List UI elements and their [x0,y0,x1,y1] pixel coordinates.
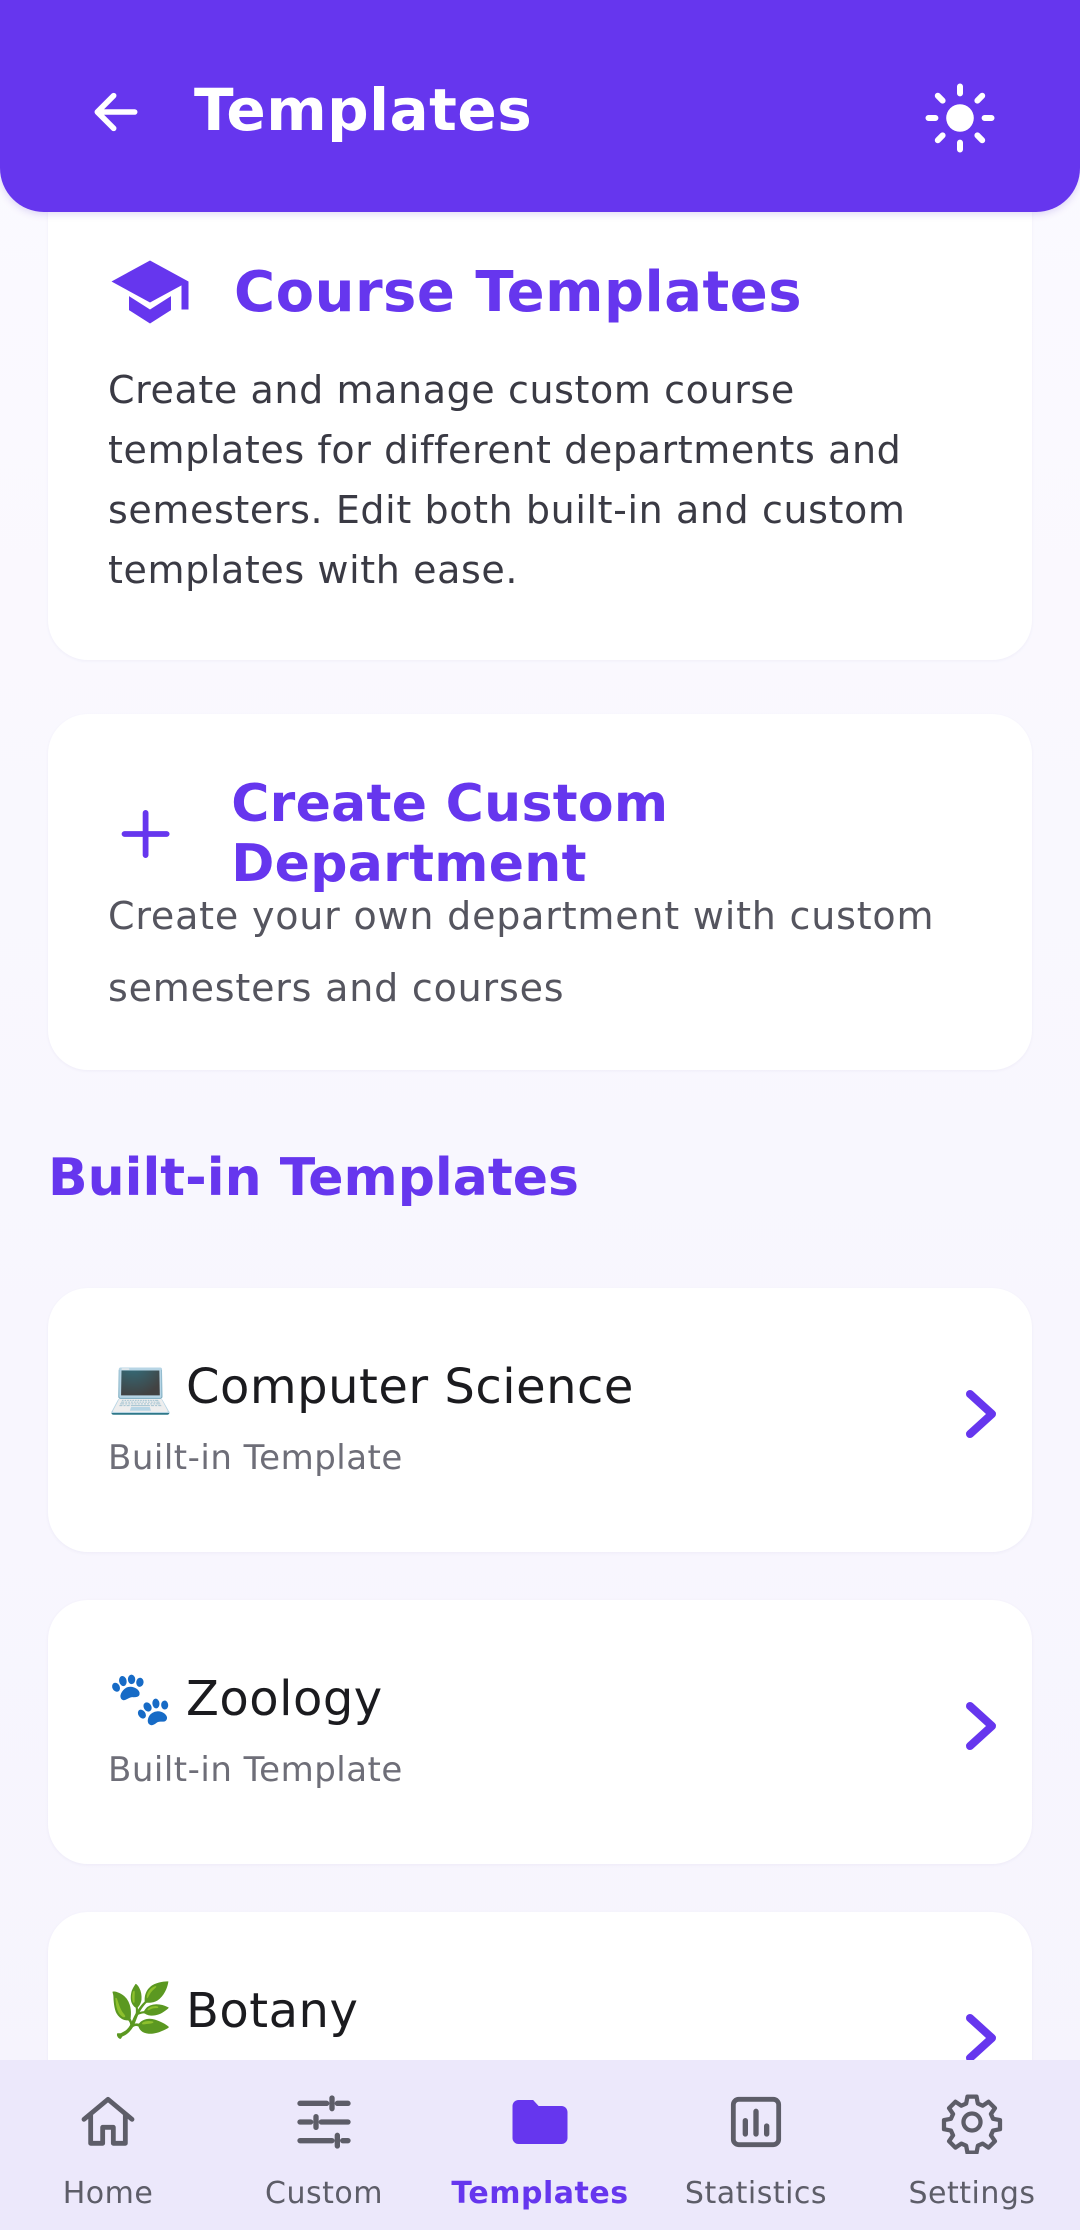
nav-item-home[interactable]: Home [0,2060,216,2230]
create-custom-department-description: Create your own department with custom s… [108,894,935,1010]
chevron-right-icon [966,2014,996,2062]
nav-label: Templates [451,2176,629,2211]
top-app-bar: Templates [0,0,1080,212]
sliders-icon [288,2086,360,2158]
template-name: Computer Science [186,1359,634,1415]
bottom-navigation-bar: Home Custom Templates Statistics Setting… [0,2060,1080,2230]
course-templates-card: Course Templates Create and manage custo… [48,160,1032,660]
chevron-right-icon [966,1702,996,1750]
laptop-icon: 💻 [108,1357,173,1417]
nav-label: Custom [265,2176,383,2211]
nav-item-custom[interactable]: Custom [216,2060,432,2230]
nav-item-statistics[interactable]: Statistics [648,2060,864,2230]
built-in-templates-heading: Built-in Templates [48,1148,579,1208]
create-custom-department-header: Create Custom Department [108,774,1032,894]
nav-label: Statistics [684,2176,828,2211]
gear-icon [936,2086,1008,2158]
template-subtitle: Built-in Template [108,1750,403,1790]
home-icon [72,2086,144,2158]
theme-toggle-button[interactable] [918,76,1002,160]
template-subtitle: Built-in Template [108,1438,403,1478]
template-name: Zoology [186,1671,383,1727]
course-templates-header: Course Templates [108,250,802,334]
template-name: Botany [186,1983,359,2039]
template-card-computer-science[interactable]: 💻 Computer Science Built-in Template [48,1288,1032,1552]
page-title: Templates [194,76,533,144]
nav-item-templates[interactable]: Templates [432,2060,648,2230]
create-custom-department-title: Create Custom Department [231,774,669,894]
bar-chart-icon [720,2086,792,2158]
create-custom-department-card[interactable]: Create Custom Department Create your own… [48,714,1032,1070]
plus-icon [121,810,170,858]
course-templates-description: Create and manage custom course template… [108,368,906,592]
template-card-zoology[interactable]: 🐾 Zoology Built-in Template [48,1600,1032,1864]
chevron-right-icon [966,1390,996,1438]
herb-icon: 🌿 [108,1981,173,2041]
nav-label: Home [62,2176,154,2211]
graduation-cap-icon [111,260,189,324]
arrow-left-icon [94,92,138,132]
nav-item-settings[interactable]: Settings [864,2060,1080,2230]
sun-icon [925,83,995,153]
nav-label: Settings [908,2176,1036,2211]
folder-icon [504,2086,576,2158]
paw-prints-icon: 🐾 [108,1669,173,1729]
back-button[interactable] [88,84,144,140]
course-templates-title: Course Templates [234,259,803,325]
templates-screen: Course Templates Create and manage custo… [0,0,1080,2230]
